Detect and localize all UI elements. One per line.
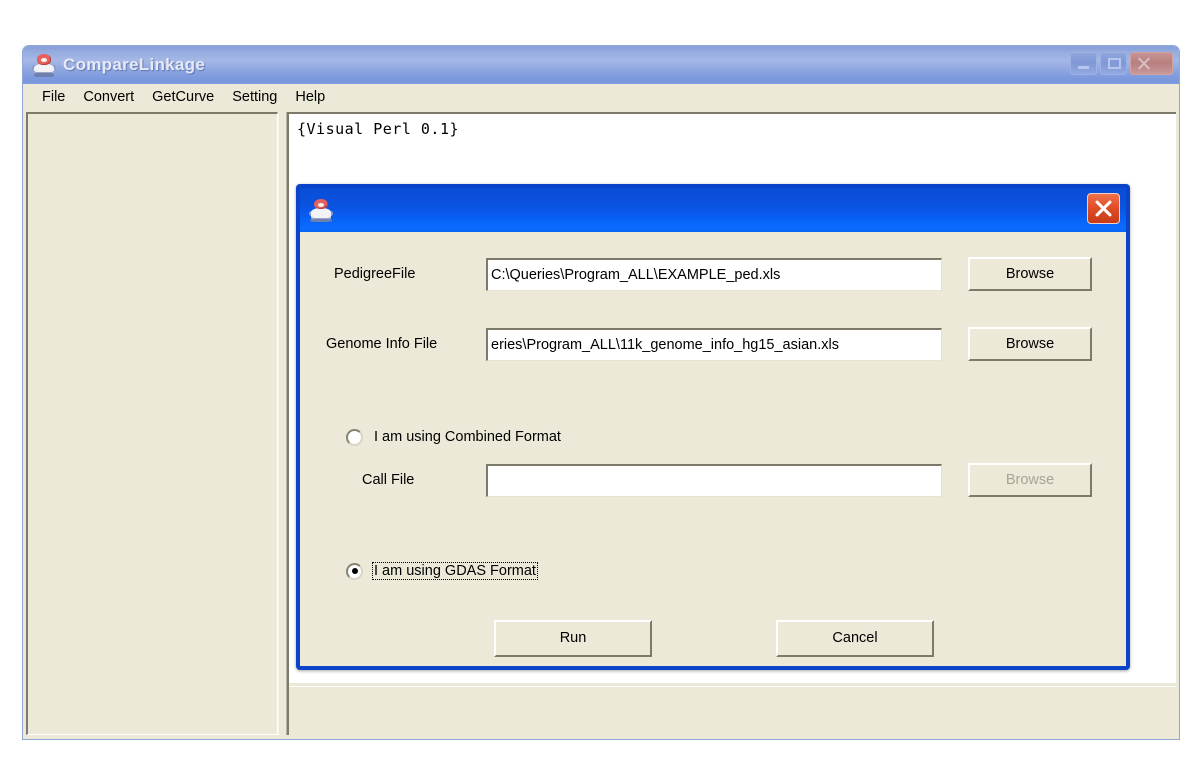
dialog-close-button[interactable] — [1087, 193, 1120, 224]
menu-item-convert[interactable]: Convert — [74, 87, 143, 107]
close-button[interactable] — [1130, 52, 1173, 75]
pedigree-file-label: PedigreeFile — [334, 266, 416, 282]
call-file-input[interactable] — [486, 463, 942, 497]
window-controls — [1070, 52, 1173, 75]
genome-info-file-input[interactable] — [486, 327, 942, 361]
radio-combined-format-label: I am using Combined Format — [374, 429, 561, 445]
console-footer — [289, 686, 1176, 735]
main-titlebar[interactable]: CompareLinkage — [23, 46, 1179, 84]
console-line: {Visual Perl 0.1} — [297, 120, 460, 138]
radio-combined-format[interactable]: I am using Combined Format — [346, 428, 563, 446]
call-file-label: Call File — [362, 472, 415, 488]
screen-root: CompareLinkage File Convert GetCurve Set… — [0, 0, 1200, 780]
dialog-body: PedigreeFile Browse Genome Info File Bro… — [300, 232, 1126, 666]
java-duke-icon — [32, 53, 56, 77]
genome-browse-button[interactable]: Browse — [968, 327, 1092, 361]
pedigree-file-input[interactable] — [486, 257, 942, 291]
run-button[interactable]: Run — [494, 620, 652, 657]
cancel-button[interactable]: Cancel — [776, 620, 934, 657]
radio-button-icon — [346, 562, 363, 580]
split-pane-divider[interactable] — [278, 112, 287, 735]
radio-button-icon — [346, 428, 363, 446]
radio-gdas-format-label: I am using GDAS Format — [372, 562, 538, 580]
call-file-browse-button: Browse — [968, 463, 1092, 497]
pedigree-browse-button[interactable]: Browse — [968, 257, 1092, 291]
menu-bar: File Convert GetCurve Setting Help — [23, 84, 1179, 111]
radio-gdas-format[interactable]: I am using GDAS Format — [346, 562, 538, 580]
maximize-button[interactable] — [1100, 52, 1127, 75]
left-side-panel[interactable] — [26, 112, 278, 735]
menu-item-help[interactable]: Help — [286, 87, 334, 107]
menu-item-file[interactable]: File — [33, 87, 74, 107]
minimize-button[interactable] — [1070, 52, 1097, 75]
dialog-titlebar[interactable] — [300, 188, 1126, 232]
menu-item-getcurve[interactable]: GetCurve — [143, 87, 223, 107]
input-dialog: PedigreeFile Browse Genome Info File Bro… — [296, 184, 1130, 670]
window-title: CompareLinkage — [63, 55, 206, 74]
java-duke-icon — [308, 197, 334, 223]
genome-info-file-label: Genome Info File — [326, 336, 438, 352]
menu-item-setting[interactable]: Setting — [223, 87, 286, 107]
